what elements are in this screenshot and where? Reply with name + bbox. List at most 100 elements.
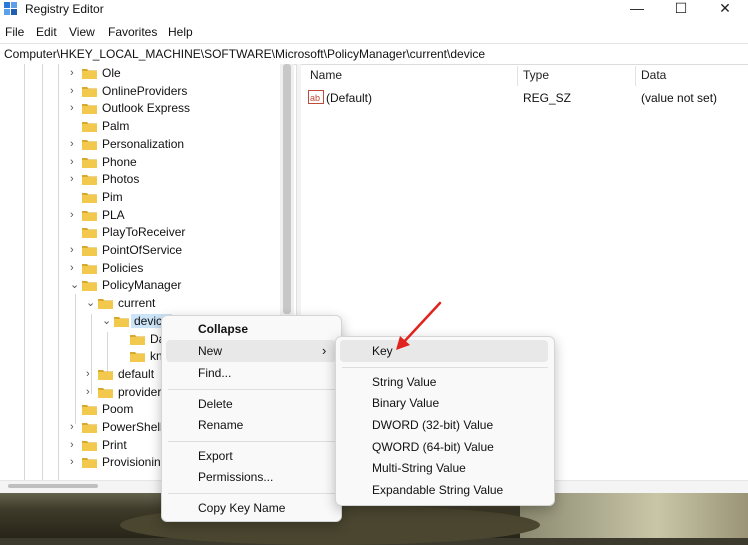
tree-item-label: Print xyxy=(102,437,127,452)
expand-chevron-icon[interactable]: › xyxy=(86,386,96,398)
folder-icon xyxy=(98,369,113,380)
folder-icon xyxy=(82,281,97,292)
tree-item-label: default xyxy=(118,366,155,381)
tree-item[interactable]: Pim xyxy=(70,189,280,207)
tree-item-label: PointOfService xyxy=(102,243,183,257)
tree-item[interactable]: › Phone xyxy=(70,154,280,172)
menu-separator xyxy=(342,367,548,368)
column-header-name[interactable]: Name xyxy=(310,68,342,82)
expand-chevron-icon[interactable]: › xyxy=(70,244,80,256)
expand-chevron-icon[interactable]: › xyxy=(70,173,80,185)
menu-delete[interactable]: Delete xyxy=(198,393,233,415)
maximize-button[interactable]: ☐ xyxy=(658,0,704,18)
tree-item[interactable]: › PLA xyxy=(70,207,280,225)
tree-item[interactable]: Palm xyxy=(70,118,280,136)
menu-new-label: New xyxy=(198,344,223,358)
no-chevron xyxy=(70,403,80,415)
menu-favorites[interactable]: Favorites xyxy=(108,25,157,39)
expand-chevron-icon[interactable]: › xyxy=(70,85,80,97)
tree-item[interactable]: › Ole xyxy=(70,65,280,83)
tree-guide-line xyxy=(24,64,25,480)
column-divider[interactable] xyxy=(517,66,518,86)
menu-export[interactable]: Export xyxy=(198,445,233,467)
tree-item-label: Poom xyxy=(102,402,134,417)
column-header-data[interactable]: Data xyxy=(641,68,666,82)
minimize-button[interactable]: — xyxy=(614,0,660,18)
folder-icon xyxy=(82,405,97,416)
menu-help[interactable]: Help xyxy=(168,25,193,39)
tree-item[interactable]: › Photos xyxy=(70,171,280,189)
tree-item[interactable]: PlayToReceiver xyxy=(70,224,280,242)
expand-chevron-icon[interactable]: › xyxy=(70,209,80,221)
tree-item-label: Ole xyxy=(102,66,121,80)
folder-icon xyxy=(82,458,97,469)
expand-chevron-icon[interactable]: › xyxy=(70,102,80,114)
tree-item[interactable]: › Personalization xyxy=(70,136,280,154)
menu-new[interactable]: New › xyxy=(166,340,336,362)
menu-view[interactable]: View xyxy=(69,25,95,39)
svg-text:ab: ab xyxy=(310,93,320,103)
tree-item-label: provider xyxy=(118,384,162,399)
value-data: (value not set) xyxy=(641,91,718,105)
folder-icon xyxy=(82,86,97,97)
menu-edit[interactable]: Edit xyxy=(36,25,57,39)
folder-icon xyxy=(82,246,97,256)
tree-guide-line xyxy=(42,64,43,480)
value-name: (Default) xyxy=(326,91,373,105)
folder-icon xyxy=(82,104,97,115)
expand-chevron-icon[interactable]: ⌄ xyxy=(70,279,80,291)
folder-icon xyxy=(98,299,113,310)
tree-item[interactable]: › OnlineProviders xyxy=(70,83,280,101)
expand-chevron-icon[interactable]: ⌄ xyxy=(102,315,112,327)
menu-collapse[interactable]: Collapse xyxy=(198,318,248,340)
folder-icon xyxy=(82,210,97,221)
expand-chevron-icon[interactable]: › xyxy=(86,368,96,380)
tree-item[interactable]: › Policies xyxy=(70,260,280,278)
folder-icon xyxy=(82,175,97,186)
expand-chevron-icon[interactable]: › xyxy=(70,262,80,274)
tree-item-label: Provisionin xyxy=(102,455,161,470)
tree-item-label: Photos xyxy=(102,172,140,187)
expand-chevron-icon[interactable]: › xyxy=(70,421,80,433)
folder-icon xyxy=(82,263,97,274)
close-button[interactable]: ✕ xyxy=(702,0,748,18)
submenu-multi-string-value[interactable]: Multi-String Value xyxy=(372,457,466,479)
submenu-binary-value[interactable]: Binary Value xyxy=(372,392,439,414)
expand-chevron-icon[interactable]: › xyxy=(70,439,80,451)
tree-item-label: PolicyManager xyxy=(102,278,182,293)
tree-item[interactable]: ⌄ PolicyManager xyxy=(70,277,280,295)
address-bar[interactable]: Computer\HKEY_LOCAL_MACHINE\SOFTWARE\Mic… xyxy=(0,43,748,65)
tree-item[interactable]: › Outlook Express xyxy=(70,100,280,118)
column-header-type[interactable]: Type xyxy=(523,68,549,82)
no-chevron xyxy=(118,350,128,362)
tree-item-label: Phone xyxy=(102,154,137,169)
window-title: Registry Editor xyxy=(25,2,104,16)
menu-separator xyxy=(168,389,335,390)
tree-scroll-thumb[interactable] xyxy=(283,64,291,314)
tree-item[interactable]: ⌄ current xyxy=(86,295,280,313)
expand-chevron-icon[interactable]: › xyxy=(70,138,80,150)
expand-chevron-icon[interactable]: › xyxy=(70,156,80,168)
menu-rename[interactable]: Rename xyxy=(198,414,243,436)
tree-item-label: Personalization xyxy=(102,136,185,151)
menu-file[interactable]: File xyxy=(5,25,24,39)
value-type: REG_SZ xyxy=(523,91,572,105)
annotation-arrow-icon xyxy=(396,301,442,350)
tree-item-label: Outlook Express xyxy=(102,101,191,116)
tree-hscroll-thumb[interactable] xyxy=(8,484,98,488)
menu-find[interactable]: Find... xyxy=(198,362,231,384)
menu-permissions[interactable]: Permissions... xyxy=(198,466,273,488)
submenu-dword-value[interactable]: DWORD (32-bit) Value xyxy=(372,414,493,436)
folder-icon xyxy=(114,316,129,327)
submenu-string-value[interactable]: String Value xyxy=(372,371,436,393)
column-divider[interactable] xyxy=(635,66,636,86)
expand-chevron-icon[interactable]: › xyxy=(70,456,80,468)
expand-chevron-icon[interactable]: › xyxy=(70,67,80,79)
registry-editor-app-icon xyxy=(4,2,17,15)
tree-item[interactable]: › PointOfService xyxy=(70,242,280,260)
tree-item-label: Palm xyxy=(102,119,130,134)
submenu-qword-value[interactable]: QWORD (64-bit) Value xyxy=(372,436,494,458)
menu-copy-key-name[interactable]: Copy Key Name xyxy=(198,497,285,519)
expand-chevron-icon[interactable]: ⌄ xyxy=(86,297,96,309)
submenu-expandable-string-value[interactable]: Expandable String Value xyxy=(372,479,503,501)
